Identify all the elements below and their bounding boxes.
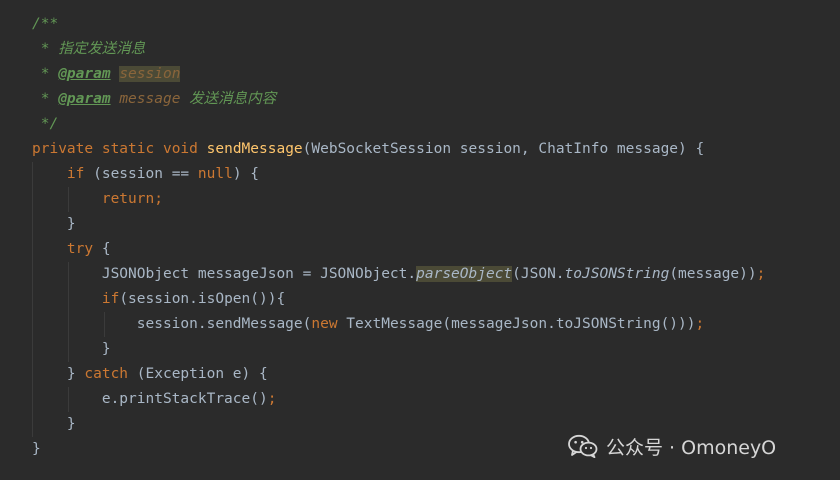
if-close: ) { (232, 166, 260, 182)
text-message-construct: TextMessage(messageJson.toJSONString())) (337, 316, 696, 332)
json-arg-open: (JSON. (512, 266, 565, 282)
param-name-message: message (119, 91, 181, 107)
keyword-return: return (101, 191, 155, 207)
method-signature-params: (WebSocketSession session, ChatInfo mess… (302, 141, 705, 157)
close-brace: } (101, 341, 111, 357)
semicolon: ; (756, 266, 766, 282)
json-arg-close: (message)) (669, 266, 757, 282)
indent-guide (32, 337, 33, 362)
code-line: e.printStackTrace(); (32, 387, 765, 412)
doc-comment-star: * (32, 41, 59, 57)
keyword-try: try (66, 241, 94, 257)
open-brace: { (93, 241, 111, 257)
indent-guide (68, 387, 69, 412)
code-line: } catch (Exception e) { (32, 362, 765, 387)
doc-comment-close: */ (32, 116, 59, 132)
param-tag: @param (58, 66, 111, 82)
code-line: * @param session (32, 62, 765, 87)
keyword-new: new (311, 316, 338, 332)
param-name-session: session (119, 66, 181, 82)
code-line: /** (32, 12, 765, 37)
indent-guide (68, 187, 69, 212)
print-stack-trace-call: e.printStackTrace() (101, 391, 268, 407)
watermark: 公众号 · OmoneyO (568, 432, 776, 460)
code-line: } (32, 212, 765, 237)
indent-guide (32, 162, 33, 187)
code-line: * 指定发送消息 (32, 37, 765, 62)
catch-clause: (Exception e) { (128, 366, 268, 382)
indent-guide (68, 262, 69, 287)
code-line: } (32, 337, 765, 362)
keyword-catch: catch (84, 366, 129, 382)
code-line: session.sendMessage(new TextMessage(mess… (32, 312, 765, 337)
indent-guide (104, 312, 105, 337)
code-block: /** * 指定发送消息 * @param session * @param m… (32, 12, 765, 462)
doc-comment-description: 指定发送消息 (58, 41, 146, 57)
indent-guide (32, 312, 33, 337)
keyword-static: static (101, 141, 155, 157)
close-brace: } (66, 216, 76, 232)
keyword-null: null (197, 166, 233, 182)
indent-guide (68, 312, 69, 337)
is-open-condition: (session.isOpen()){ (119, 291, 286, 307)
code-line: if (session == null) { (32, 162, 765, 187)
indent-guide (32, 237, 33, 262)
code-line: JSONObject messageJson = JSONObject.pars… (32, 262, 765, 287)
indent-guide (68, 337, 69, 362)
json-declaration: JSONObject messageJson = JSONObject. (101, 266, 417, 282)
code-line: if(session.isOpen()){ (32, 287, 765, 312)
keyword-private: private (32, 141, 94, 157)
watermark-text: 公众号 · OmoneyO (606, 436, 777, 459)
param-message-description: 发送消息内容 (180, 91, 277, 107)
indent-guide (32, 287, 33, 312)
code-line: */ (32, 112, 765, 137)
keyword-if: if (66, 166, 85, 182)
keyword-void: void (162, 141, 198, 157)
doc-comment-star: * (32, 91, 59, 107)
code-line: * @param message 发送消息内容 (32, 87, 765, 112)
code-line: return; (32, 187, 765, 212)
if-condition: (session == (84, 166, 198, 182)
semicolon: ; (154, 191, 163, 207)
to-json-string-call: toJSONString (564, 266, 670, 282)
keyword-if: if (101, 291, 120, 307)
param-tag: @param (58, 91, 111, 107)
close-brace: } (66, 416, 76, 432)
code-editor[interactable]: /** * 指定发送消息 * @param session * @param m… (0, 0, 840, 480)
indent-guide (68, 287, 69, 312)
code-line: private static void sendMessage(WebSocke… (32, 137, 765, 162)
semicolon: ; (267, 391, 277, 407)
indent-guide (32, 187, 33, 212)
indent-guide (32, 387, 33, 412)
doc-comment-star: * (32, 66, 59, 82)
code-line: try { (32, 237, 765, 262)
indent-guide (32, 262, 33, 287)
send-message-call: session.sendMessage( (136, 316, 312, 332)
indent-guide (32, 362, 33, 387)
semicolon: ; (695, 316, 705, 332)
method-name: sendMessage (206, 141, 303, 157)
close-brace: } (32, 441, 41, 457)
doc-comment-open: /** (32, 16, 59, 32)
wechat-icon (568, 434, 598, 458)
indent-guide (32, 212, 33, 237)
catch-prefix: } (66, 366, 85, 382)
parse-object-call: parseObject (416, 266, 513, 282)
indent-guide (32, 412, 33, 437)
